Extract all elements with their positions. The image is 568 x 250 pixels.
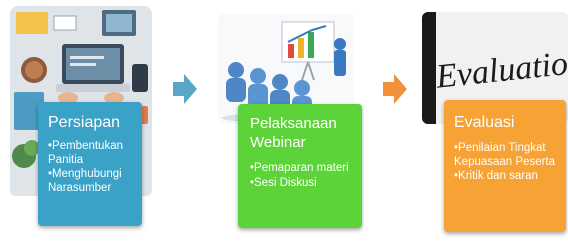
arrow-right-icon (383, 74, 407, 104)
list-item: •Kritik dan saran (454, 170, 538, 182)
stage-bullets: •Penilaian Tingkat Kepuasaan Peserta •Kr… (454, 142, 562, 184)
stage-card-pelaksanaan: Pelaksanaan Webinar •Pemaparan materi •S… (238, 104, 362, 228)
stage-evaluasi: Evaluation Evaluasi •Penilaian Tingkat K… (422, 6, 568, 242)
list-item: •Penilaian Tingkat Kepuasaan Peserta (454, 142, 556, 168)
stage-card-persiapan: Persiapan •Pembentukan Panitia •Menghubu… (38, 102, 142, 226)
stage-pelaksanaan: Pelaksanaan Webinar •Pemaparan materi •S… (218, 6, 364, 242)
stage-card-evaluasi: Evaluasi •Penilaian Tingkat Kepuasaan Pe… (444, 100, 566, 232)
stage-bullets: •Pembentukan Panitia •Menghubungi Narasu… (48, 140, 134, 195)
stage-persiapan: Persiapan •Pembentukan Panitia •Menghubu… (10, 6, 152, 242)
stage-title: Evaluasi (454, 114, 515, 131)
stage-bullets: •Pemaparan materi •Sesi Diskusi (250, 162, 354, 190)
stage-title: Persiapan (48, 114, 121, 131)
list-item: •Pembentukan Panitia (48, 140, 123, 166)
arrow-right-icon (173, 74, 197, 104)
list-item: •Pemaparan materi (250, 162, 349, 174)
stage-title: Pelaksanaan Webinar (250, 115, 337, 151)
list-item: •Sesi Diskusi (250, 176, 317, 189)
list-item: •Menghubungi Narasumber (48, 168, 122, 194)
